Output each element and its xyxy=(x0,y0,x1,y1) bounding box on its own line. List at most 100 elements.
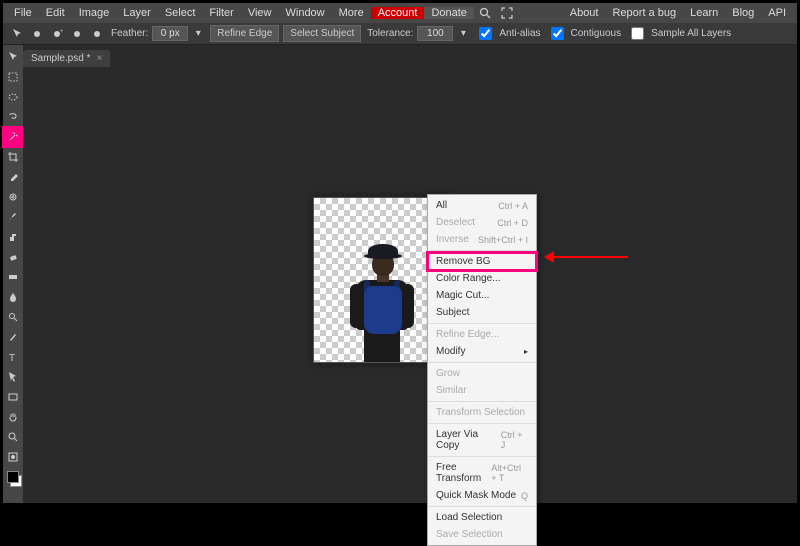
menu-item-label: Subject xyxy=(436,307,469,318)
wand-minus-icon[interactable] xyxy=(69,26,85,42)
menu-item-label: Color Range... xyxy=(436,273,500,284)
menu-item-label: All xyxy=(436,200,447,211)
menu-layer[interactable]: Layer xyxy=(116,7,158,19)
tool-spot-heal[interactable] xyxy=(4,188,22,206)
context-menu: AllCtrl + ADeselectCtrl + DInverseShift+… xyxy=(427,194,537,546)
menu-blog[interactable]: Blog xyxy=(725,7,761,19)
tool-text[interactable]: T xyxy=(4,348,22,366)
menu-item-label: Deselect xyxy=(436,217,475,228)
menu-item-label: Grow xyxy=(436,368,460,379)
tool-gradient[interactable] xyxy=(4,268,22,286)
ctx-similar: Similar xyxy=(428,382,536,399)
refine-edge-button[interactable]: Refine Edge xyxy=(210,25,279,42)
antialias-checkbox[interactable] xyxy=(479,27,492,40)
menu-item-label: Similar xyxy=(436,385,467,396)
tab-close-icon[interactable]: × xyxy=(96,53,102,64)
tool-rectangle[interactable] xyxy=(4,388,22,406)
menu-window[interactable]: Window xyxy=(279,7,332,19)
menu-report-bug[interactable]: Report a bug xyxy=(605,7,683,19)
app-frame: File Edit Image Layer Select Filter View… xyxy=(3,3,797,503)
ctx-transform-selection: Transform Selection xyxy=(428,404,536,421)
tool-magic-wand[interactable] xyxy=(4,128,22,146)
ctx-refine-edge: Refine Edge... xyxy=(428,326,536,343)
tool-quick-mask[interactable] xyxy=(4,448,22,466)
contiguous-checkbox[interactable] xyxy=(551,27,564,40)
menu-more[interactable]: More xyxy=(332,7,371,19)
svg-text:T: T xyxy=(9,353,15,363)
move-tool-icon[interactable] xyxy=(9,26,25,42)
fullscreen-icon[interactable] xyxy=(499,5,515,21)
ctx-color-range[interactable]: Color Range... xyxy=(428,270,536,287)
canvas-content-person xyxy=(332,234,427,362)
tool-move[interactable] xyxy=(4,48,22,66)
tool-crop[interactable] xyxy=(4,148,22,166)
menu-separator xyxy=(428,506,536,507)
ctx-subject[interactable]: Subject xyxy=(428,304,536,321)
svg-text:+: + xyxy=(60,29,63,35)
feather-input[interactable]: 0 px xyxy=(152,26,188,41)
menu-image[interactable]: Image xyxy=(72,7,117,19)
ctx-modify[interactable]: Modify▸ xyxy=(428,343,536,360)
tool-eyedropper[interactable] xyxy=(4,168,22,186)
search-icon[interactable] xyxy=(477,5,493,21)
menu-file[interactable]: File xyxy=(7,7,39,19)
ctx-layer-via-copy[interactable]: Layer Via CopyCtrl + J xyxy=(428,426,536,454)
tool-ellipse-select[interactable] xyxy=(4,88,22,106)
tool-hand[interactable] xyxy=(4,408,22,426)
contiguous-label: Contiguous xyxy=(571,28,622,39)
menu-edit[interactable]: Edit xyxy=(39,7,72,19)
tool-zoom[interactable] xyxy=(4,428,22,446)
wand-icon[interactable] xyxy=(29,26,45,42)
feather-label: Feather: xyxy=(111,28,148,39)
wand-plus-icon[interactable]: + xyxy=(49,26,65,42)
tolerance-input[interactable]: 100 xyxy=(417,26,453,41)
tool-blur[interactable] xyxy=(4,288,22,306)
ctx-load-selection[interactable]: Load Selection xyxy=(428,509,536,526)
dropdown-icon[interactable]: ▾ xyxy=(455,26,471,42)
wand-intersect-icon[interactable] xyxy=(89,26,105,42)
menu-shortcut: Ctrl + A xyxy=(498,201,528,211)
menu-view[interactable]: View xyxy=(241,7,279,19)
tab-title: Sample.psd * xyxy=(31,53,90,64)
tool-pen[interactable] xyxy=(4,328,22,346)
document-tab-bar: Sample.psd * × xyxy=(3,45,797,67)
menu-item-label: Save Selection xyxy=(436,529,503,540)
tool-lasso[interactable] xyxy=(4,108,22,126)
menu-about[interactable]: About xyxy=(563,7,606,19)
menu-account[interactable]: Account xyxy=(371,7,425,19)
menu-separator xyxy=(428,401,536,402)
tool-path-select[interactable] xyxy=(4,368,22,386)
submenu-arrow-icon: ▸ xyxy=(524,347,528,356)
ctx-all[interactable]: All Ctrl + A xyxy=(428,197,536,214)
menu-filter[interactable]: Filter xyxy=(202,7,240,19)
dropdown-icon[interactable]: ▾ xyxy=(190,26,206,42)
foreground-color-swatch[interactable] xyxy=(7,471,19,483)
tool-dodge[interactable] xyxy=(4,308,22,326)
tool-eraser[interactable] xyxy=(4,248,22,266)
menu-api[interactable]: API xyxy=(761,7,793,19)
menu-item-label: Remove BG xyxy=(436,256,490,267)
tool-rect-select[interactable] xyxy=(4,68,22,86)
ctx-quick-mask-mode[interactable]: Quick Mask Mode Q xyxy=(428,487,536,504)
ctx-magic-cut[interactable]: Magic Cut... xyxy=(428,287,536,304)
menu-separator xyxy=(428,323,536,324)
menu-item-label: Quick Mask Mode xyxy=(436,490,516,501)
select-subject-button[interactable]: Select Subject xyxy=(283,25,361,42)
ctx-remove-bg[interactable]: Remove BG xyxy=(428,253,536,270)
ctx-save-selection: Save Selection xyxy=(428,526,536,543)
menu-select[interactable]: Select xyxy=(158,7,203,19)
menu-separator xyxy=(428,362,536,363)
menu-learn[interactable]: Learn xyxy=(683,7,725,19)
document-tab[interactable]: Sample.psd * × xyxy=(23,50,110,67)
menu-donate[interactable]: Donate xyxy=(424,7,473,19)
menu-shortcut: Ctrl + D xyxy=(497,218,528,228)
menu-item-label: Transform Selection xyxy=(436,407,525,418)
tool-clone[interactable] xyxy=(4,228,22,246)
antialias-label: Anti-alias xyxy=(499,28,540,39)
tool-brush[interactable] xyxy=(4,208,22,226)
menu-shortcut: Q xyxy=(521,491,528,501)
ctx-free-transform[interactable]: Free TransformAlt+Ctrl + T xyxy=(428,459,536,487)
menu-item-label: Magic Cut... xyxy=(436,290,489,301)
sample-all-checkbox[interactable] xyxy=(631,27,644,40)
tolerance-label: Tolerance: xyxy=(367,28,413,39)
